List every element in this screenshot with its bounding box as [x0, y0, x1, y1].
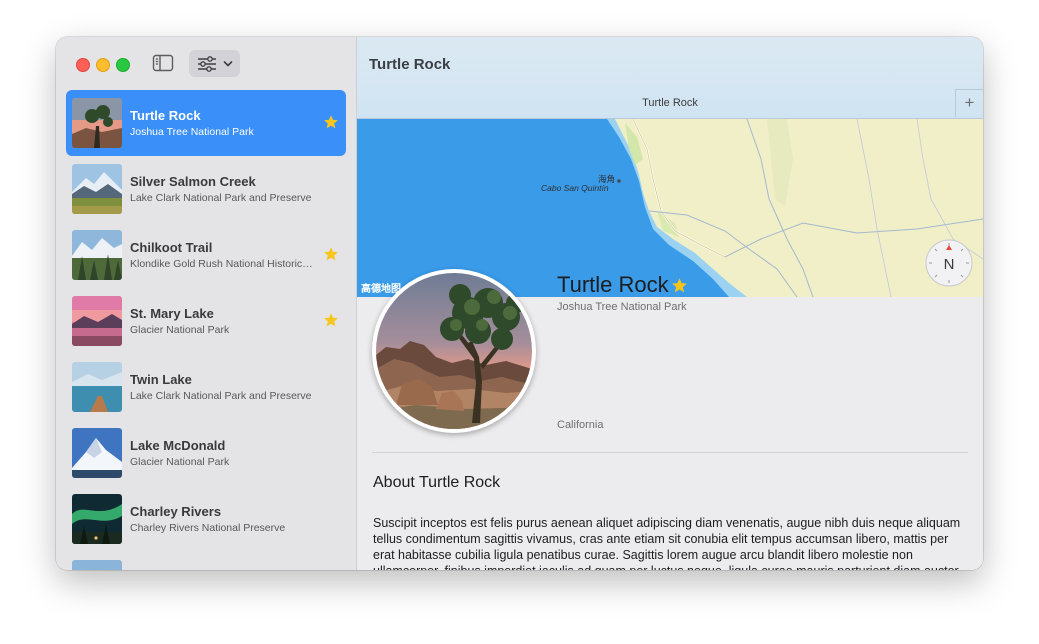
state-name: California [557, 419, 604, 431]
landmark-row[interactable]: Turtle Rock Joshua Tree National Park [66, 90, 346, 156]
landmark-row-park: Glacier National Park [130, 456, 230, 468]
landmark-row-park: Klondike Gold Rush National Historic… [130, 258, 313, 270]
park-name: Joshua Tree National Park [557, 301, 687, 313]
landmark-thumbnail [72, 362, 122, 412]
landmark-thumbnail [72, 560, 122, 570]
about-text: Suscipit inceptos est felis purus aenean… [373, 516, 961, 570]
landmark-row-park: Glacier National Park [130, 324, 230, 336]
compass-icon: N [925, 239, 973, 287]
tab-turtle-rock[interactable]: Turtle Rock [357, 97, 983, 109]
landmark-row[interactable]: Lake McDonald Glacier National Park [66, 420, 346, 486]
landmark-row-title: Turtle Rock [130, 108, 201, 123]
slider-horizontal-icon [198, 56, 216, 72]
landmark-row[interactable]: Twin Lake Lake Clark National Park and Pr… [66, 354, 346, 420]
chevron-down-icon [223, 61, 233, 67]
joshua-tree-photo [376, 273, 532, 429]
about-heading: About Turtle Rock [373, 474, 501, 491]
landmark-row-park: Lake Clark National Park and Preserve [130, 192, 312, 204]
landmark-thumbnail [72, 428, 122, 478]
landmark-row[interactable] [66, 552, 346, 570]
compass-letter: N [944, 256, 955, 273]
landmark-name: Turtle Rock [557, 272, 669, 297]
landmark-row[interactable]: Silver Salmon Creek Lake Clark National P… [66, 156, 346, 222]
favorite-star-icon [324, 313, 338, 327]
landmark-row-title: Twin Lake [130, 372, 192, 387]
zoom-window-button[interactable] [116, 58, 130, 72]
title-bar: Turtle Rock Turtle Rock + [357, 37, 983, 119]
new-tab-button[interactable]: + [955, 89, 983, 117]
minimize-window-button[interactable] [96, 58, 110, 72]
landmark-thumbnail [72, 98, 122, 148]
landmark-row-park: Lake Clark National Park and Preserve [130, 390, 312, 402]
landmark-thumbnail [72, 230, 122, 280]
landmark-thumbnail [72, 494, 122, 544]
landmark-row[interactable]: Charley Rivers Charley Rivers National Pr… [66, 486, 346, 552]
landmark-row[interactable]: Chilkoot Trail Klondike Gold Rush Nationa… [66, 222, 346, 288]
landmark-thumbnail [72, 164, 122, 214]
landmark-row[interactable]: St. Mary Lake Glacier National Park [66, 288, 346, 354]
landmark-list: Turtle Rock Joshua Tree National Park Silv… [66, 90, 346, 570]
window-title: Turtle Rock [369, 56, 451, 73]
app-window: Turtle Rock Joshua Tree National Park Silv… [56, 37, 983, 570]
landmark-thumbnail [72, 296, 122, 346]
favorite-star-icon [324, 247, 338, 261]
close-window-button[interactable] [76, 58, 90, 72]
sidebar-toggle-icon[interactable] [152, 53, 174, 73]
landmark-row-title: Silver Salmon Creek [130, 174, 256, 189]
favorite-star-icon[interactable] [671, 277, 688, 294]
favorite-star-icon [324, 115, 338, 129]
sidebar: Turtle Rock Joshua Tree National Park Silv… [56, 37, 357, 570]
compass-button[interactable]: N [925, 239, 973, 287]
landmark-row-title: Chilkoot Trail [130, 240, 213, 255]
landmark-row-park: Joshua Tree National Park [130, 126, 254, 138]
divider [372, 452, 968, 453]
landmark-row-title: Charley Rivers [130, 504, 222, 519]
landmark-row-title: Lake McDonald [130, 438, 226, 453]
map-label-city: Cabo San Quintín [541, 183, 609, 193]
detail-pane: Turtle Rock Turtle Rock + 海角 Cabo San Qu… [357, 37, 983, 570]
filter-menu-button[interactable] [189, 50, 240, 77]
landmark-row-park: Charley Rivers National Preserve [130, 522, 286, 534]
landmark-row-title: St. Mary Lake [130, 306, 214, 321]
landmark-photo [372, 269, 536, 433]
